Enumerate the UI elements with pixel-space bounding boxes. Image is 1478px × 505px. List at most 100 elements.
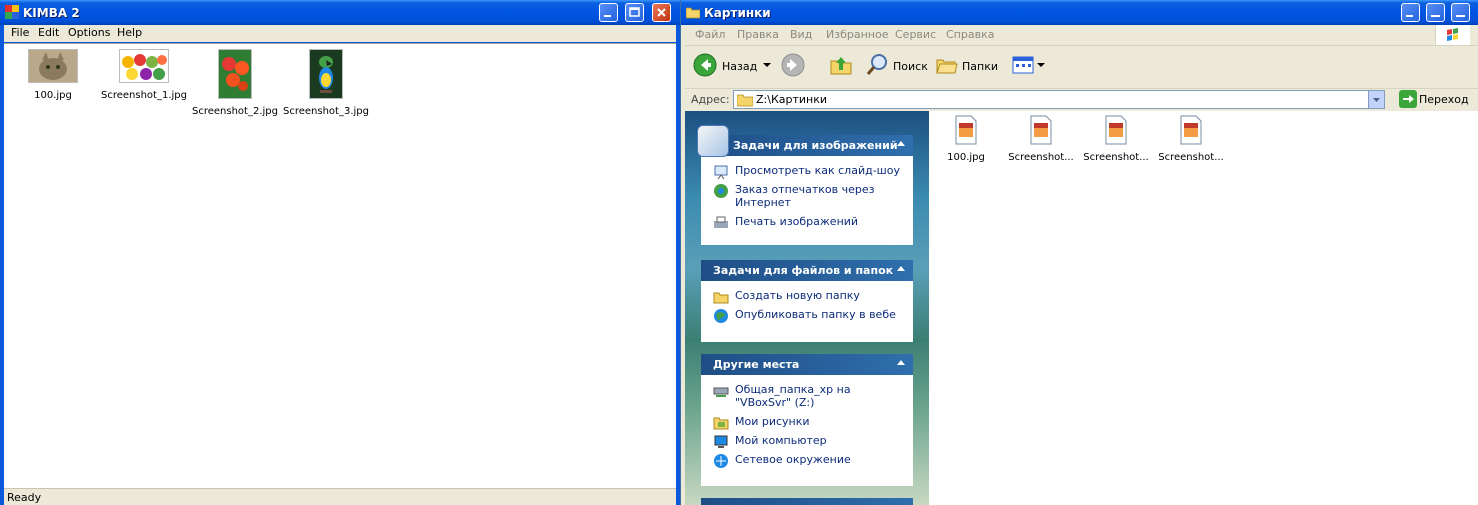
address-input[interactable]: Z:\Картинки [733, 90, 1385, 109]
minimize-button[interactable] [1401, 3, 1420, 22]
explorer-titlebar[interactable]: Картинки [681, 0, 1478, 25]
address-dropdown-button[interactable] [1368, 91, 1384, 108]
explorer-menubar: Файл Правка Вид Избранное Сервис Справка [685, 25, 1478, 46]
menu-favorites[interactable]: Избранное [826, 28, 888, 41]
file-name: Screenshot... [1008, 152, 1074, 163]
image-tasks-panel: Задачи для изображений Просмотреть как с… [697, 125, 913, 245]
forward-button[interactable] [781, 51, 821, 81]
network-drive-icon [713, 387, 729, 397]
file-list[interactable]: 100.jpg Screenshot... Screenshot... Scre… [929, 111, 1478, 505]
views-icon [1012, 56, 1034, 74]
task-label: Сетевое окружение [735, 453, 851, 466]
file-item[interactable]: Screenshot... [1004, 115, 1078, 163]
panel-header[interactable]: Задачи для файлов и папок [701, 260, 913, 281]
go-arrow-icon [1399, 90, 1417, 108]
search-label: Поиск [893, 60, 928, 73]
explorer-window: Картинки Файл Правка Вид Избранное Серви… [681, 0, 1478, 505]
collapse-chevron-icon[interactable] [897, 141, 905, 146]
folders-label: Папки [962, 60, 998, 73]
thumbnail-item[interactable]: 100.jpg [7, 49, 99, 101]
menu-view[interactable]: Вид [790, 28, 812, 41]
jpeg-file-icon [1105, 115, 1127, 145]
jpeg-file-icon [1180, 115, 1202, 145]
panel-header[interactable]: Задачи для изображений [697, 125, 913, 157]
close-icon [657, 8, 666, 17]
folders-icon [936, 59, 958, 74]
up-folder-icon [830, 57, 852, 75]
folder-icon [686, 7, 700, 19]
task-publish-web[interactable]: Опубликовать папку в вебе [701, 305, 913, 324]
go-button[interactable]: Переход [1399, 90, 1469, 110]
minimize-button[interactable] [599, 3, 618, 22]
menu-options[interactable]: Options [68, 26, 110, 39]
file-item[interactable]: 100.jpg [929, 115, 1003, 163]
place-network[interactable]: Сетевое окружение [701, 450, 913, 469]
task-label: Печать изображений [735, 215, 859, 228]
back-button[interactable]: Назад [693, 51, 773, 81]
task-order-prints[interactable]: Заказ отпечатков через Интернет [701, 180, 913, 212]
windows-logo-icon [1435, 25, 1470, 45]
place-network-drive[interactable]: Общая_папка_xp на "VBoxSvr" (Z:) [701, 380, 913, 412]
go-label: Переход [1419, 93, 1469, 106]
address-label: Адрес: [691, 93, 730, 106]
status-bar: Ready [4, 488, 676, 505]
order-prints-icon [714, 184, 728, 198]
address-bar: Адрес: Z:\Картинки Переход [685, 89, 1478, 111]
place-my-computer[interactable]: Мой компьютер [701, 431, 913, 450]
thumbnail-item[interactable]: Screenshot_1.jpg [98, 49, 190, 101]
thumbnail-view[interactable]: 100.jpg Screenshot_1.jpg Screenshot_2.jp… [4, 43, 676, 489]
close-button[interactable] [1451, 3, 1470, 22]
collapse-chevron-icon[interactable] [897, 360, 905, 365]
task-label: Общая_папка_xp на "VBoxSvr" (Z:) [735, 383, 851, 409]
maximize-button[interactable] [1426, 3, 1445, 22]
menu-edit[interactable]: Правка [737, 28, 779, 41]
folder-icon [737, 94, 753, 107]
file-name: 100.jpg [947, 152, 985, 163]
other-places-panel: Другие места Общая_папка_xp на "VBoxSvr"… [701, 354, 913, 486]
menu-file[interactable]: File [11, 26, 29, 39]
menu-tools[interactable]: Сервис [895, 28, 936, 41]
chevron-down-icon [1373, 98, 1380, 102]
forward-arrow-icon [781, 53, 805, 77]
place-my-pictures[interactable]: Мои рисунки [701, 412, 913, 431]
thumbnail-label: Screenshot_2.jpg [192, 106, 278, 117]
close-button[interactable] [652, 3, 671, 22]
search-button[interactable]: Поиск [865, 51, 928, 81]
panel-header[interactable] [701, 498, 913, 505]
up-folder-button[interactable] [829, 51, 855, 81]
menu-help[interactable]: Справка [946, 28, 994, 41]
kimba-app-icon [5, 5, 19, 19]
file-item[interactable]: Screenshot... [1079, 115, 1153, 163]
thumbnail-item[interactable]: Screenshot_2.jpg [189, 49, 281, 117]
explorer-toolbar: Назад Поиск Папки [685, 46, 1478, 89]
folders-button[interactable]: Папки [935, 51, 999, 81]
file-name: Screenshot... [1158, 152, 1224, 163]
back-label: Назад [722, 60, 758, 73]
views-button[interactable] [1011, 51, 1045, 81]
details-panel-header[interactable] [701, 498, 913, 505]
file-item[interactable]: Screenshot... [1154, 115, 1228, 163]
network-places-icon [714, 454, 728, 468]
jpeg-file-icon [1030, 115, 1052, 145]
task-print[interactable]: Печать изображений [701, 212, 913, 231]
maximize-button[interactable] [625, 3, 644, 22]
kimba-menubar: File Edit Options Help [4, 25, 676, 42]
panel-header[interactable]: Другие места [701, 354, 913, 375]
publish-web-icon [714, 309, 728, 323]
menu-file[interactable]: Файл [695, 28, 725, 41]
kimba-titlebar[interactable]: KIMBA 2 [0, 0, 680, 25]
collapse-chevron-icon[interactable] [897, 266, 905, 271]
thumbnail-item[interactable]: Screenshot_3.jpg [280, 49, 372, 117]
panel-title: Другие места [713, 358, 800, 371]
chevron-down-icon[interactable] [763, 63, 771, 69]
chevron-down-icon[interactable] [1037, 63, 1045, 69]
task-label: Опубликовать папку в вебе [735, 308, 896, 321]
menu-edit[interactable]: Edit [38, 26, 59, 39]
parrot-photo-thumbnail [309, 49, 343, 99]
my-computer-icon [714, 435, 728, 448]
menu-help[interactable]: Help [117, 26, 142, 39]
task-new-folder[interactable]: Создать новую папку [701, 286, 913, 305]
task-label: Заказ отпечатков через Интернет [735, 183, 875, 209]
kimba-window: KIMBA 2 File Edit Options Help 100.jpg S… [0, 0, 680, 505]
task-slideshow[interactable]: Просмотреть как слайд-шоу [701, 161, 913, 180]
